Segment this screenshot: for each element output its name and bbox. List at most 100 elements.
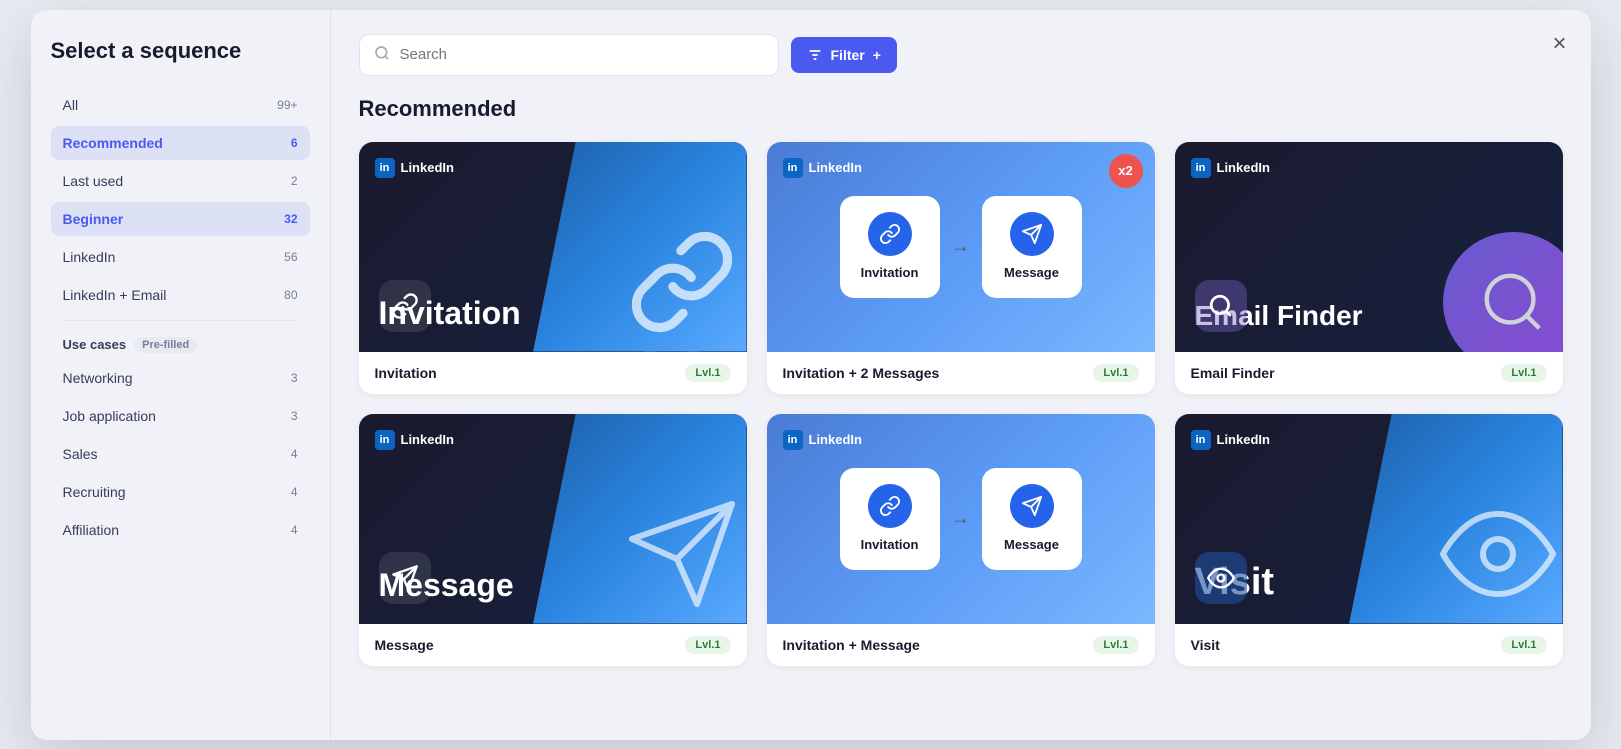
linkedin-icon: in: [375, 158, 395, 178]
card-invitation-name: Invitation: [375, 365, 437, 381]
link-icon: [879, 223, 901, 245]
cards-grid: in LinkedIn Invitation: [359, 142, 1563, 666]
message-small-svg: [391, 564, 419, 592]
sidebar-item-linkedin[interactable]: LinkedIn 56: [51, 240, 310, 274]
link-icon-2: [879, 495, 901, 517]
chain-blue-overlay: [627, 227, 737, 342]
card-visit-level: Lvl.1: [1501, 636, 1546, 654]
card-invitation-message[interactable]: in LinkedIn Invitation: [767, 414, 1155, 666]
sidebar-item-last-used[interactable]: Last used 2: [51, 164, 310, 198]
sidebar-item-recruiting[interactable]: Recruiting 4: [51, 475, 310, 509]
card-email-finder-image: in LinkedIn Email Finder: [1175, 142, 1563, 352]
chain-svg: [391, 292, 419, 320]
prefilled-badge: Pre-filled: [134, 337, 197, 353]
filter-icon: [807, 47, 823, 63]
card-visit-footer: Visit Lvl.1: [1175, 624, 1563, 666]
step-box-inv-2: Invitation: [840, 468, 940, 570]
chain-overlay-svg: [627, 227, 737, 337]
card-msg-footer: Message Lvl.1: [359, 624, 747, 666]
sidebar-item-recommended[interactable]: Recommended 6: [51, 126, 310, 160]
close-button[interactable]: ×: [1552, 30, 1566, 58]
plane-big-svg: [622, 494, 742, 614]
sidebar-item-linkedin-email[interactable]: LinkedIn + Email 80: [51, 278, 310, 312]
card-inv2msg-level: Lvl.1: [1093, 364, 1138, 382]
card-visit-linkedin: in LinkedIn: [1191, 430, 1270, 450]
sidebar-item-sales[interactable]: Sales 4: [51, 437, 310, 471]
search-big-svg: [1478, 267, 1548, 337]
card-inv-msg-image: in LinkedIn Invitation: [767, 414, 1155, 624]
card-invmsg-level: Lvl.1: [1093, 636, 1138, 654]
sidebar-item-beginner[interactable]: Beginner 32: [51, 202, 310, 236]
top-bar: Filter +: [359, 34, 1563, 76]
card-invitation-image: in LinkedIn Invitation: [359, 142, 747, 352]
eye-big-icon: [1438, 494, 1558, 619]
arrow-between-2: →: [952, 508, 970, 529]
card-msg-level: Lvl.1: [685, 636, 730, 654]
card-message[interactable]: in LinkedIn Message: [359, 414, 747, 666]
linkedin-icon-6: in: [1191, 430, 1211, 450]
search-small-svg: [1208, 293, 1234, 319]
card-invmsg-linkedin: in LinkedIn: [783, 430, 862, 450]
use-cases-section-title: Use cases Pre-filled: [63, 337, 298, 353]
card-msg-name: Message: [375, 637, 434, 653]
card-invitation[interactable]: in LinkedIn Invitation: [359, 142, 747, 394]
step-box-msg-2: Message: [982, 468, 1082, 570]
card-inv2msg-footer: Invitation + 2 Messages Lvl.1: [767, 352, 1155, 394]
card-email-finder[interactable]: in LinkedIn Email Finder: [1175, 142, 1563, 394]
linkedin-icon-2: in: [783, 158, 803, 178]
sidebar: Select a sequence All 99+ Recommended 6 …: [31, 10, 331, 740]
search-input[interactable]: [400, 46, 764, 63]
card-visit-name: Visit: [1191, 637, 1220, 653]
sidebar-item-affiliation[interactable]: Affiliation 4: [51, 513, 310, 547]
card-ef-footer: Email Finder Lvl.1: [1175, 352, 1563, 394]
message-small-icon: [379, 552, 431, 604]
message-icon: [1021, 223, 1043, 245]
card-invmsg-name: Invitation + Message: [783, 637, 920, 653]
step-msg-icon-2: [1010, 484, 1054, 528]
search-icon: [374, 45, 390, 65]
card-message-image: in LinkedIn Message: [359, 414, 747, 624]
two-step-content: Invitation → Message: [840, 196, 1082, 298]
step-message-icon: [1010, 212, 1054, 256]
sidebar-item-networking[interactable]: Networking 3: [51, 361, 310, 395]
card-ef-level: Lvl.1: [1501, 364, 1546, 382]
card-inv2msg-name: Invitation + 2 Messages: [783, 365, 940, 381]
x2-badge: x2: [1109, 154, 1143, 188]
linkedin-icon-4: in: [375, 430, 395, 450]
search-container: [359, 34, 779, 76]
step-box-message: Message: [982, 196, 1082, 298]
filter-button[interactable]: Filter +: [791, 37, 897, 73]
step-box-invitation: Invitation: [840, 196, 940, 298]
eye-big-svg: [1438, 494, 1558, 614]
sidebar-divider: [63, 320, 298, 321]
card-linkedin-label: in LinkedIn: [375, 158, 454, 178]
two-step-content-2: Invitation → Message: [840, 468, 1082, 570]
card-invitation-2-messages[interactable]: in LinkedIn x2 I: [767, 142, 1155, 394]
sidebar-item-job-application[interactable]: Job application 3: [51, 399, 310, 433]
step-invitation-icon: [868, 212, 912, 256]
select-sequence-modal: × Select a sequence All 99+ Recommended …: [31, 10, 1591, 740]
search-big-circle: [1443, 232, 1563, 352]
search-small-icon: [1195, 280, 1247, 332]
card-visit[interactable]: in LinkedIn Visit: [1175, 414, 1563, 666]
sidebar-item-all[interactable]: All 99+: [51, 88, 310, 122]
linkedin-icon-3: in: [1191, 158, 1211, 178]
chain-icon-small: [379, 280, 431, 332]
eye-small-svg: [1207, 564, 1235, 592]
modal-title: Select a sequence: [51, 38, 310, 64]
card-msg-linkedin: in LinkedIn: [375, 430, 454, 450]
card-invmsg-footer: Invitation + Message Lvl.1: [767, 624, 1155, 666]
card-invitation-level: Lvl.1: [685, 364, 730, 382]
card-ef-name: Email Finder: [1191, 365, 1275, 381]
message-icon-2: [1021, 495, 1043, 517]
step-inv-icon-2: [868, 484, 912, 528]
card-ef-linkedin: in LinkedIn: [1191, 158, 1270, 178]
main-content: Filter + Recommended in LinkedIn Invitat…: [331, 10, 1591, 740]
card-inv2msg-linkedin: in LinkedIn: [783, 158, 862, 178]
section-title: Recommended: [359, 96, 1563, 122]
arrow-between: →: [952, 236, 970, 257]
card-invitation-footer: Invitation Lvl.1: [359, 352, 747, 394]
message-big-plane: [622, 494, 742, 619]
card-invitation-2-messages-image: in LinkedIn x2 I: [767, 142, 1155, 352]
eye-small-icon: [1195, 552, 1247, 604]
